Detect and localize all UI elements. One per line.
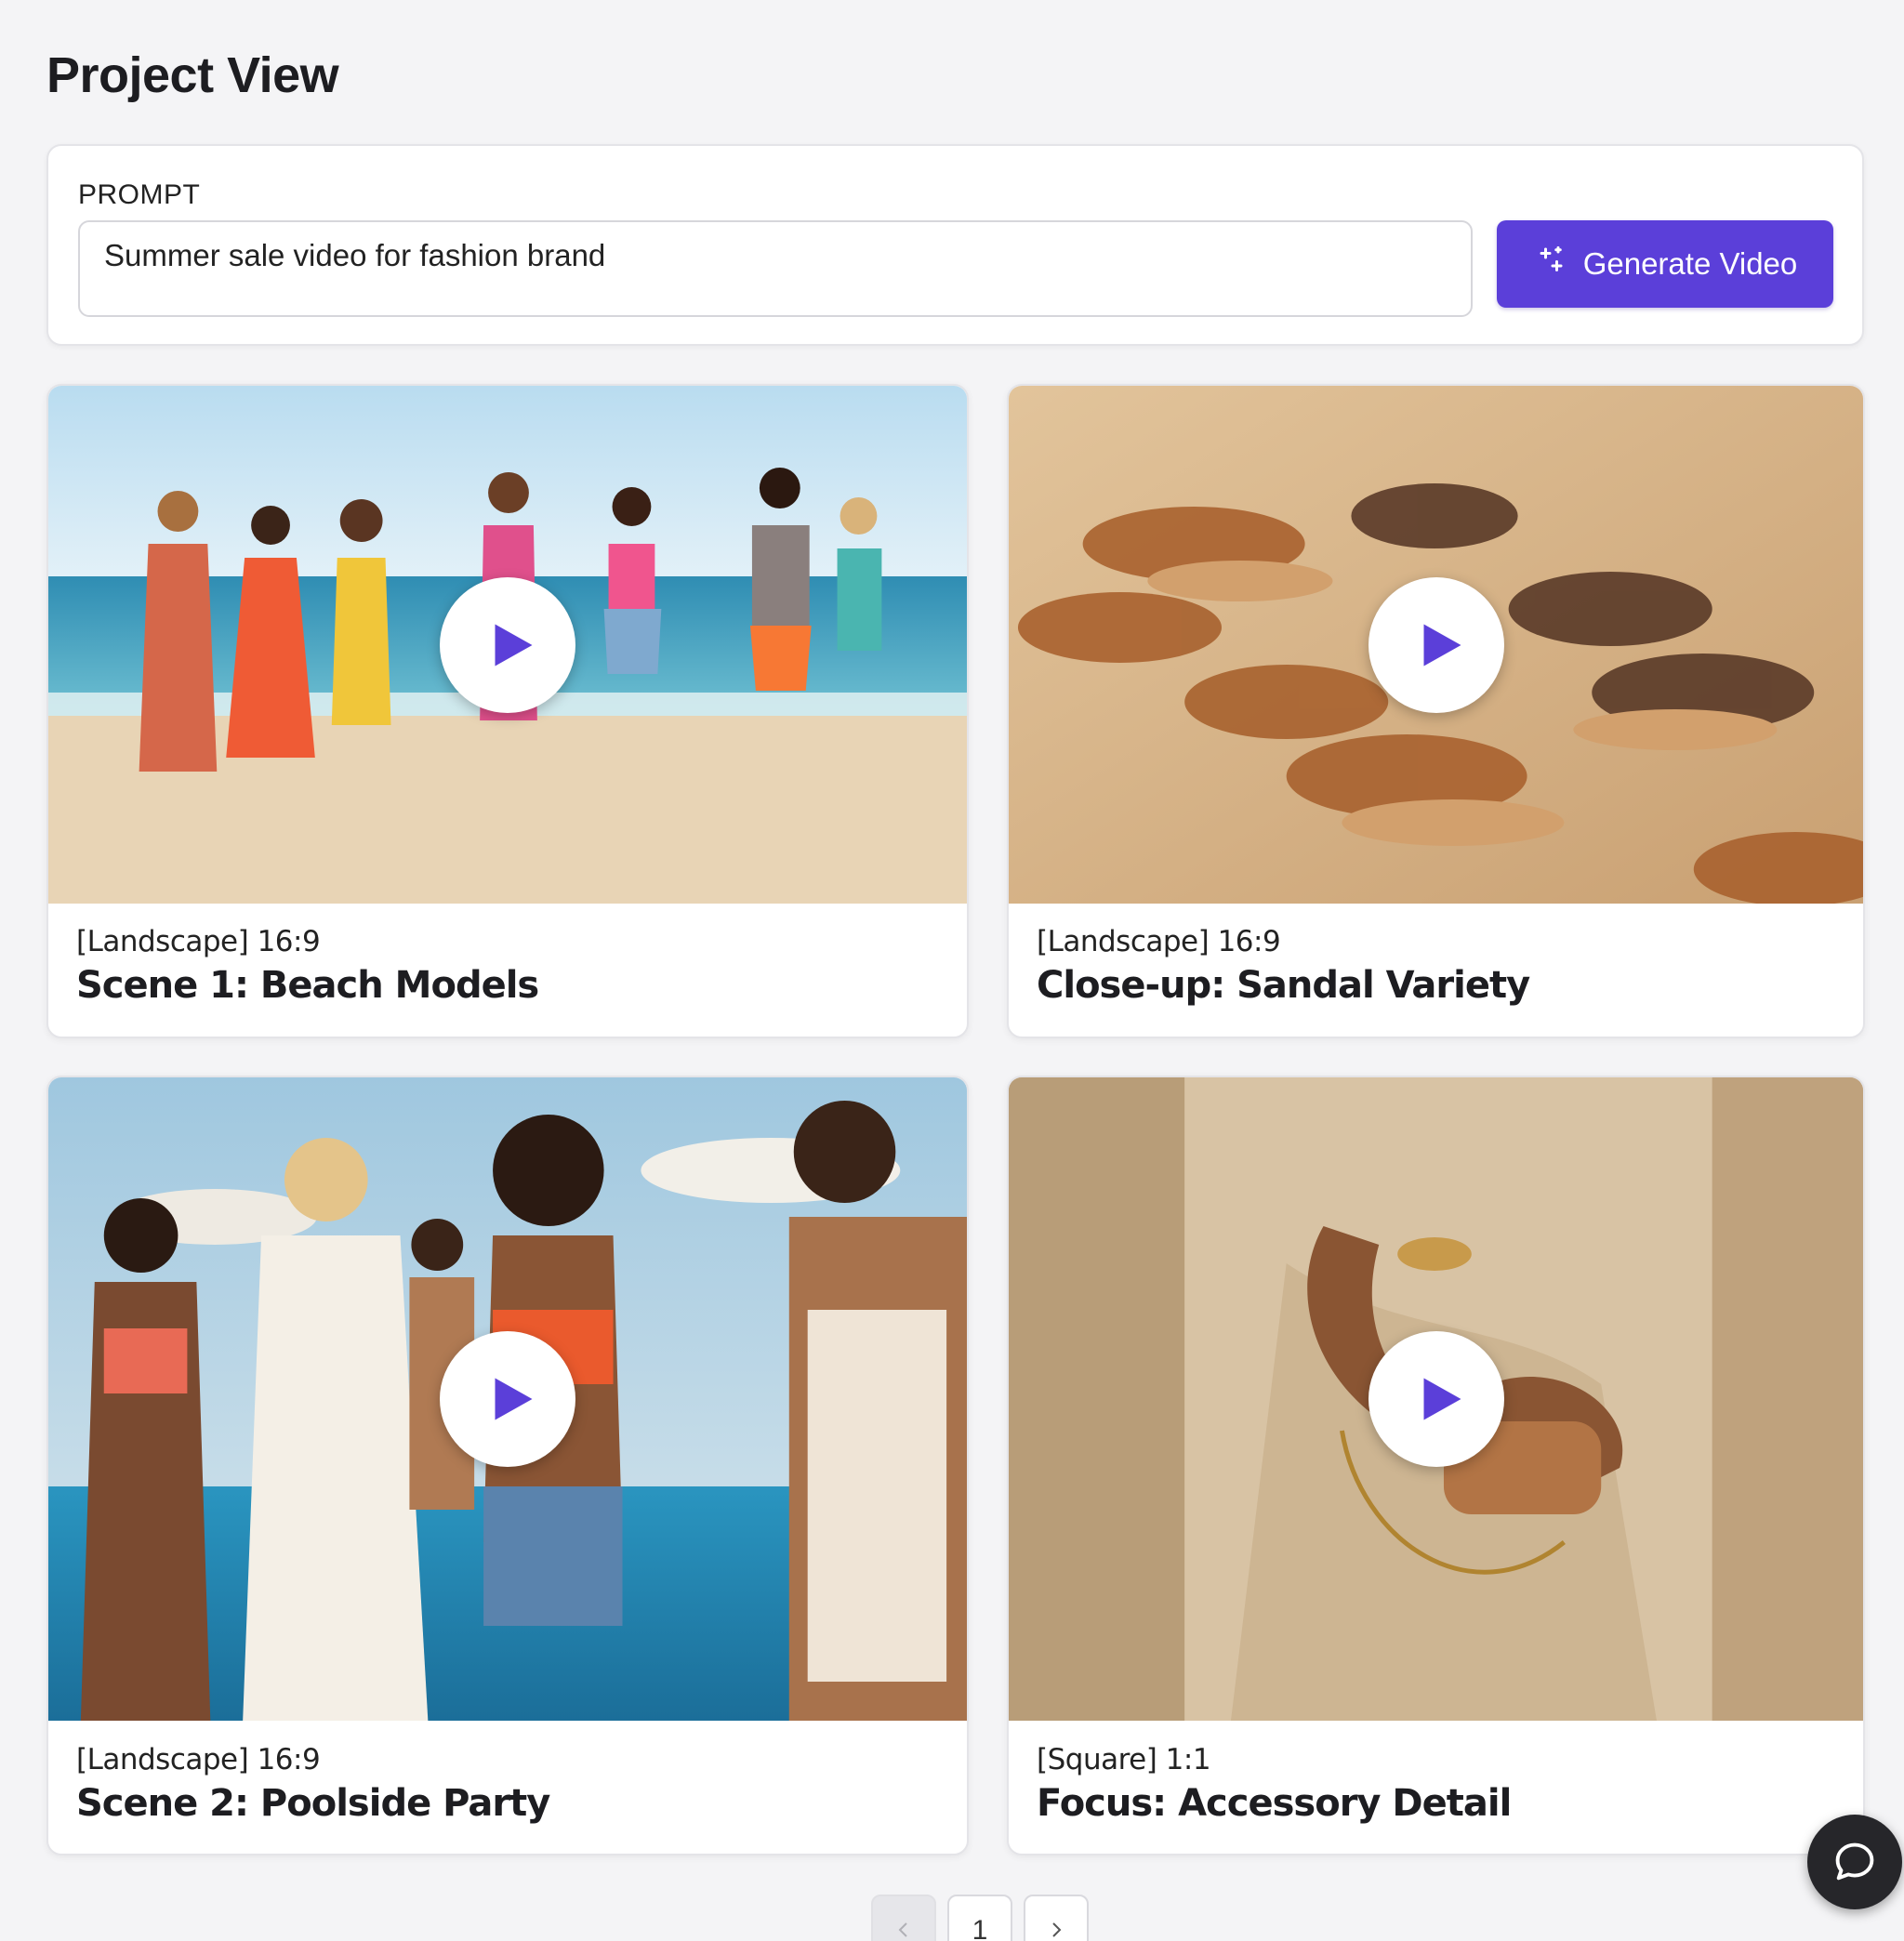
chat-button[interactable]	[1807, 1815, 1902, 1909]
scene-thumbnail[interactable]	[1009, 1077, 1863, 1721]
prompt-input[interactable]: Summer sale video for fashion brand	[78, 220, 1473, 317]
chevron-right-icon	[1052, 1922, 1062, 1937]
scene-card-poolside-party[interactable]: [Landscape] 16:9 Scene 2: Poolside Party	[46, 1076, 969, 1855]
scene-format: [Landscape] 16:9	[76, 925, 321, 958]
generate-video-button[interactable]: Generate Video	[1497, 220, 1833, 308]
prev-page-button[interactable]	[871, 1895, 936, 1941]
scene-format: [Landscape] 16:9	[1037, 925, 1281, 958]
chat-bubble-icon	[1835, 1842, 1874, 1881]
scene-card-accessory-detail[interactable]: [Square] 1:1 Focus: Accessory Detail	[1007, 1076, 1865, 1855]
page-number-button[interactable]: 1	[947, 1895, 1012, 1941]
play-icon	[1423, 624, 1461, 666]
scene-title: Close-up: Sandal Variety	[1037, 964, 1530, 1007]
play-button[interactable]	[1368, 576, 1504, 713]
next-page-button[interactable]	[1024, 1895, 1089, 1941]
play-icon	[495, 1378, 533, 1420]
scene-thumbnail[interactable]	[1009, 386, 1863, 904]
scene-title: Scene 1: Beach Models	[76, 964, 539, 1007]
scene-format: [Square] 1:1	[1037, 1743, 1211, 1776]
play-icon	[495, 624, 533, 666]
scene-format: [Landscape] 16:9	[76, 1743, 321, 1776]
prompt-card: PROMPT Summer sale video for fashion bra…	[46, 144, 1864, 346]
play-button[interactable]	[440, 576, 575, 713]
play-button[interactable]	[1368, 1331, 1504, 1467]
page-title: Project View	[46, 47, 339, 103]
prompt-label: PROMPT	[78, 179, 201, 210]
play-button[interactable]	[440, 1331, 575, 1467]
scene-title: Scene 2: Poolside Party	[76, 1782, 550, 1825]
scene-card-sandal-variety[interactable]: [Landscape] 16:9 Close-up: Sandal Variet…	[1007, 384, 1865, 1038]
chevron-left-icon	[898, 1922, 907, 1937]
pagination: 1	[871, 1895, 1089, 1941]
scene-thumbnail[interactable]	[48, 1077, 967, 1721]
sparkles-icon	[1533, 244, 1567, 284]
scene-card-beach-models[interactable]: [Landscape] 16:9 Scene 1: Beach Models	[46, 384, 969, 1038]
scene-title: Focus: Accessory Detail	[1037, 1782, 1512, 1825]
play-icon	[1423, 1378, 1461, 1420]
scene-thumbnail[interactable]	[48, 386, 967, 904]
generate-video-label: Generate Video	[1582, 246, 1798, 281]
